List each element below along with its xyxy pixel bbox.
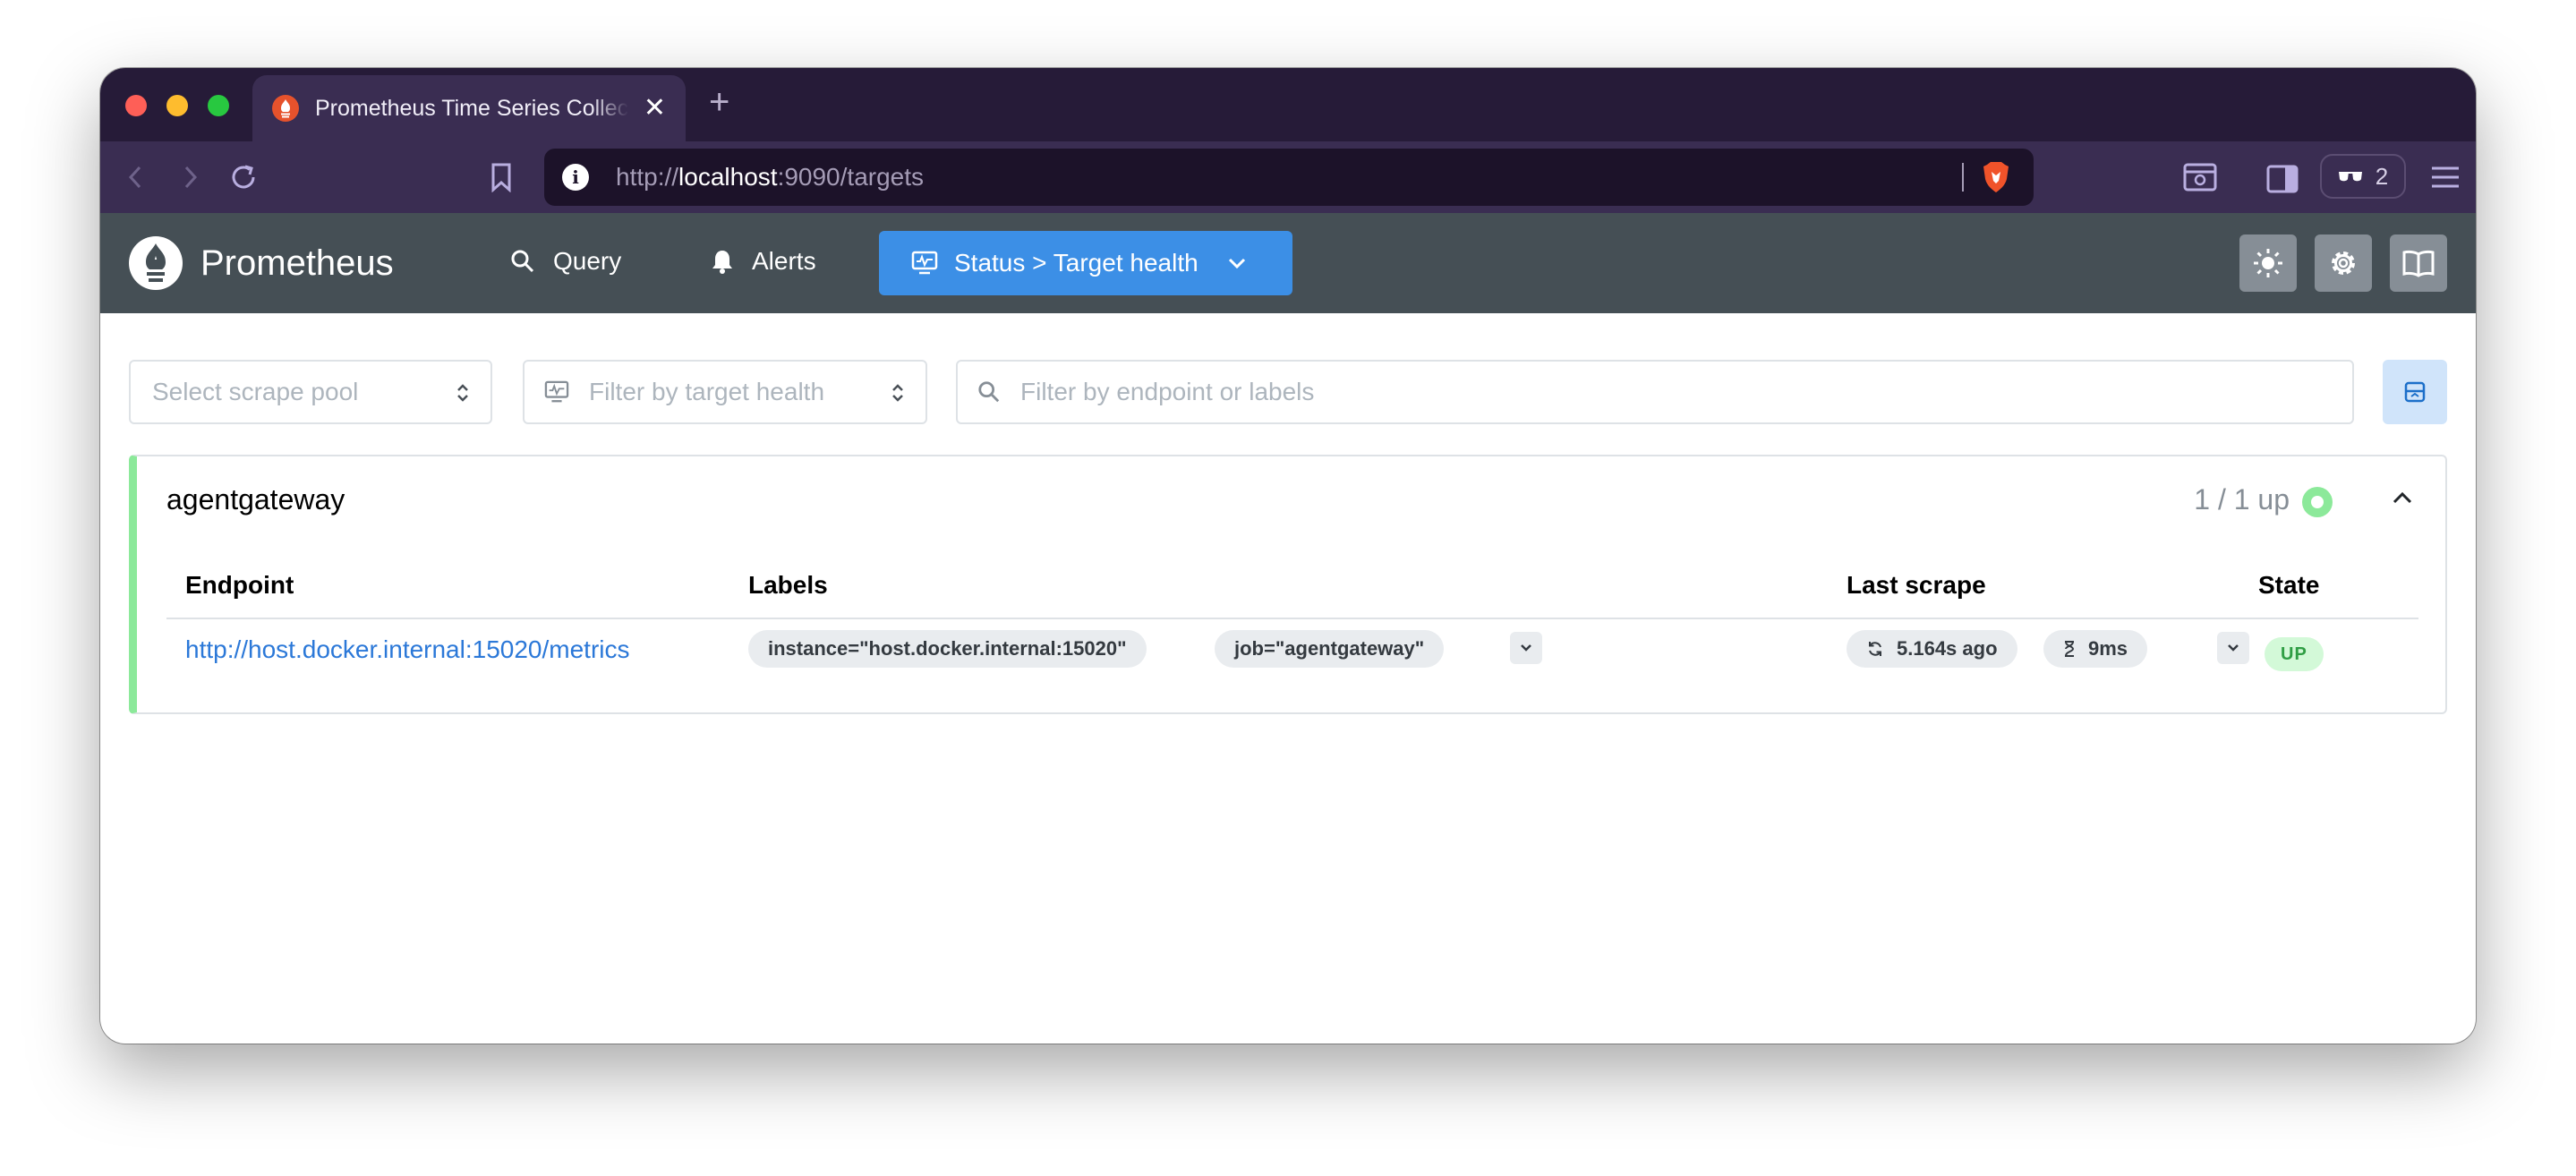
nav-query[interactable]: Query <box>510 247 621 276</box>
maximize-window-button[interactable] <box>208 95 229 116</box>
last-scrape-pill: 5.164s ago <box>1847 630 2017 668</box>
hourglass-icon <box>2065 641 2075 657</box>
settings-button[interactable] <box>2315 234 2372 292</box>
select-arrows-icon <box>892 384 903 402</box>
toolbar: i http://localhost:9090/targets 2 <box>100 141 2476 213</box>
search-icon <box>978 381 1000 403</box>
search-icon <box>511 250 534 273</box>
nav-alerts[interactable]: Alerts <box>711 247 816 276</box>
monitor-icon <box>544 380 569 403</box>
column-header-endpoint: Endpoint <box>185 571 294 599</box>
column-header-labels: Labels <box>748 571 828 599</box>
reload-icon[interactable] <box>226 159 261 195</box>
chevron-down-icon <box>1521 644 1531 652</box>
minimize-window-button[interactable] <box>166 95 188 116</box>
bell-icon <box>712 251 732 274</box>
new-tab-button[interactable]: + <box>709 84 729 120</box>
nav-status-dropdown[interactable]: Status > Target health <box>879 231 1292 295</box>
select-arrows-icon <box>457 384 468 402</box>
url-text: http://localhost:9090/targets <box>616 163 925 191</box>
menu-icon[interactable] <box>2427 159 2463 195</box>
expand-scrape-details-button[interactable] <box>2217 632 2249 664</box>
scrape-duration-pill: 9ms <box>2043 630 2148 668</box>
column-header-last-scrape: Last scrape <box>1847 571 1986 599</box>
collapse-all-button[interactable] <box>2383 360 2447 424</box>
state-badge: UP <box>2265 637 2324 671</box>
chevron-down-icon <box>1228 258 1245 269</box>
docs-button[interactable] <box>2390 234 2447 292</box>
pool-health-summary: 1 / 1 up <box>2194 483 2290 516</box>
book-icon <box>2402 250 2435 277</box>
monitor-icon <box>911 251 938 275</box>
site-info-icon[interactable]: i <box>562 164 589 191</box>
column-header-state: State <box>2258 571 2320 599</box>
target-endpoint-link[interactable]: http://host.docker.internal:15020/metric… <box>185 635 630 664</box>
address-bar[interactable]: i http://localhost:9090/targets <box>544 149 2034 206</box>
scrape-pool-card: agentgateway 1 / 1 up Endpoint Labels La… <box>129 455 2447 714</box>
close-tab-icon[interactable]: ✕ <box>644 95 666 122</box>
bookmark-icon[interactable] <box>483 159 519 195</box>
label-job: job="agentgateway" <box>1215 630 1445 668</box>
extensions-counter[interactable]: 2 <box>2320 154 2406 199</box>
sidebar-toggle-icon[interactable] <box>2265 161 2300 197</box>
reader-mode-icon[interactable] <box>2182 159 2218 195</box>
url-divider <box>1962 163 1964 192</box>
target-health-select[interactable]: Filter by target health <box>523 360 927 424</box>
close-window-button[interactable] <box>125 95 147 116</box>
table-divider <box>166 618 2418 619</box>
browser-tab[interactable]: Prometheus Time Series Collection and Pr… <box>252 75 686 141</box>
glasses-icon <box>2338 172 2362 182</box>
gear-icon <box>2332 251 2355 275</box>
chevron-down-icon <box>2228 644 2239 652</box>
prometheus-favicon-icon <box>272 95 299 122</box>
sun-icon <box>2254 249 2282 277</box>
browser-window: Prometheus Time Series Collection and Pr… <box>100 68 2476 1044</box>
refresh-icon <box>1869 642 1881 656</box>
scrape-pool-select[interactable]: Select scrape pool <box>129 360 492 424</box>
tab-title: Prometheus Time Series Collection and Pr… <box>315 95 628 121</box>
prometheus-logo-icon[interactable] <box>129 236 183 290</box>
brave-shield-icon[interactable] <box>1982 161 2010 198</box>
back-icon[interactable] <box>118 159 154 195</box>
forward-icon[interactable] <box>172 159 208 195</box>
tab-strip: Prometheus Time Series Collection and Pr… <box>100 68 2476 141</box>
label-instance: instance="host.docker.internal:15020" <box>748 630 1147 668</box>
chevron-up-icon[interactable] <box>2392 490 2413 505</box>
pool-name: agentgateway <box>166 483 345 516</box>
layout-collapse-icon <box>2404 381 2426 403</box>
health-ring-icon <box>2302 487 2333 517</box>
expand-labels-button[interactable] <box>1510 632 1542 664</box>
app-header: Prometheus Query Alerts Status > Target … <box>100 213 2476 313</box>
theme-toggle-button[interactable] <box>2239 234 2297 292</box>
brand-name[interactable]: Prometheus <box>200 243 394 284</box>
search-input[interactable]: Filter by endpoint or labels <box>956 360 2354 424</box>
